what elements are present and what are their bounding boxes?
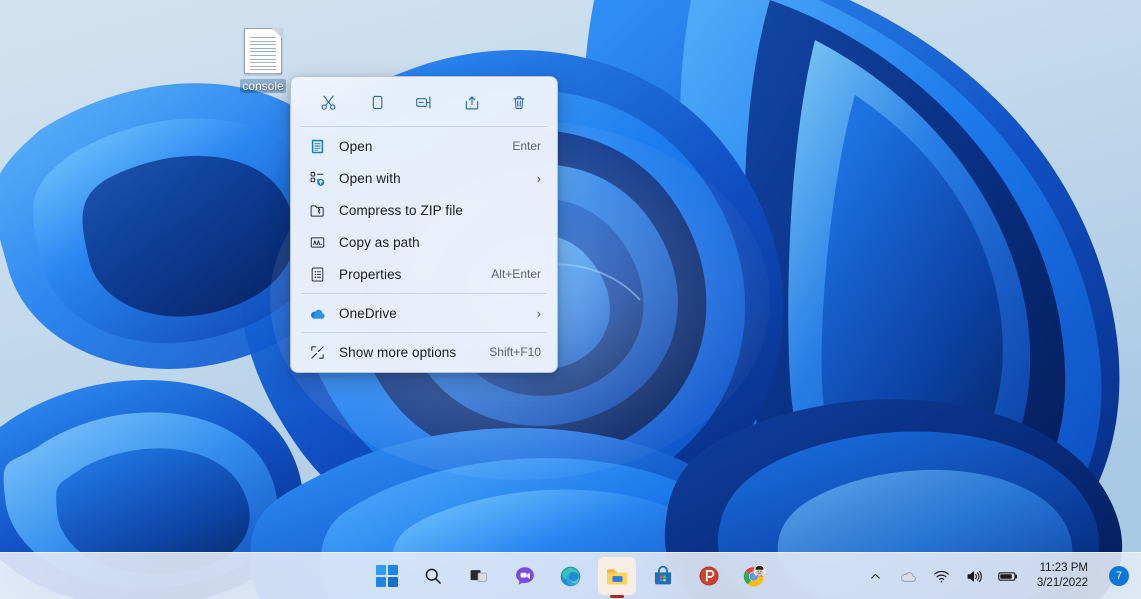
text-file-icon xyxy=(244,28,282,74)
wallpaper xyxy=(0,0,1141,599)
system-tray[interactable]: 11:23 PM 3/21/2022 7 xyxy=(865,553,1133,599)
menu-item-label: Copy as path xyxy=(339,234,420,250)
taskbar-chrome-button[interactable] xyxy=(736,557,774,595)
copy-button[interactable] xyxy=(361,87,391,117)
taskbar[interactable]: 11:23 PM 3/21/2022 7 xyxy=(0,552,1141,599)
taskbar-file-explorer-button[interactable] xyxy=(597,557,636,595)
menu-item-properties[interactable]: Properties Alt+Enter xyxy=(295,258,553,290)
taskbar-app-group[interactable] xyxy=(368,553,774,599)
menu-item-label: OneDrive xyxy=(339,305,397,321)
zip-icon xyxy=(307,200,327,220)
menu-item-open[interactable]: Open Enter xyxy=(295,130,553,162)
menu-item-label: Show more options xyxy=(339,344,457,360)
taskbar-microsoft-store-button[interactable] xyxy=(644,557,682,595)
context-menu[interactable]: Open Enter Open with › Compress to ZIP f… xyxy=(290,76,558,373)
avatar xyxy=(753,564,766,577)
copy-path-icon xyxy=(307,232,327,252)
wifi-icon[interactable] xyxy=(931,563,953,589)
battery-icon[interactable] xyxy=(997,563,1019,589)
desktop[interactable]: console Open Enter Open with › Compress … xyxy=(0,0,1141,599)
menu-item-onedrive[interactable]: OneDrive › xyxy=(295,297,553,329)
menu-item-show-more-options[interactable]: Show more options Shift+F10 xyxy=(295,336,553,368)
taskbar-search-button[interactable] xyxy=(414,557,452,595)
desktop-icon-label: console xyxy=(240,79,286,93)
delete-button[interactable] xyxy=(504,87,534,117)
menu-item-label: Compress to ZIP file xyxy=(339,202,464,218)
onedrive-tray-icon[interactable] xyxy=(898,563,920,589)
taskbar-p-app-button[interactable] xyxy=(690,557,728,595)
taskbar-chat-button[interactable] xyxy=(506,557,544,595)
context-menu-toolbar[interactable] xyxy=(291,81,557,123)
menu-item-open-with[interactable]: Open with › xyxy=(295,162,553,194)
menu-item-label: Properties xyxy=(339,266,402,282)
chevron-right-icon: › xyxy=(536,170,541,186)
menu-item-accelerator: Enter xyxy=(512,139,541,153)
menu-item-compress-zip[interactable]: Compress to ZIP file xyxy=(295,194,553,226)
share-button[interactable] xyxy=(457,87,487,117)
menu-item-label: Open with xyxy=(339,170,401,186)
menu-item-accelerator: Alt+Enter xyxy=(491,267,541,281)
menu-separator xyxy=(301,332,547,333)
clock-date: 3/21/2022 xyxy=(1036,577,1088,589)
taskbar-edge-button[interactable] xyxy=(552,557,590,595)
menu-separator xyxy=(301,293,547,294)
menu-item-accelerator: Shift+F10 xyxy=(489,345,541,359)
taskbar-task-view-button[interactable] xyxy=(460,557,498,595)
notepad-icon xyxy=(307,136,327,156)
rename-button[interactable] xyxy=(409,87,439,117)
menu-separator xyxy=(301,126,547,127)
onedrive-icon xyxy=(307,303,327,323)
desktop-icon-console[interactable]: console xyxy=(226,28,300,104)
clock-time: 11:23 PM xyxy=(1039,562,1088,574)
menu-item-copy-as-path[interactable]: Copy as path xyxy=(295,226,553,258)
taskbar-start-button[interactable] xyxy=(368,557,406,595)
taskbar-clock[interactable]: 11:23 PM 3/21/2022 xyxy=(1032,559,1093,593)
properties-icon xyxy=(307,264,327,284)
more-options-icon xyxy=(307,342,327,362)
show-hidden-icons-chevron-icon[interactable] xyxy=(865,563,887,589)
notification-badge[interactable]: 7 xyxy=(1109,566,1129,586)
chevron-right-icon: › xyxy=(536,305,541,321)
volume-icon[interactable] xyxy=(964,563,986,589)
menu-item-label: Open xyxy=(339,138,373,154)
open-with-icon xyxy=(307,168,327,188)
cut-button[interactable] xyxy=(314,87,344,117)
